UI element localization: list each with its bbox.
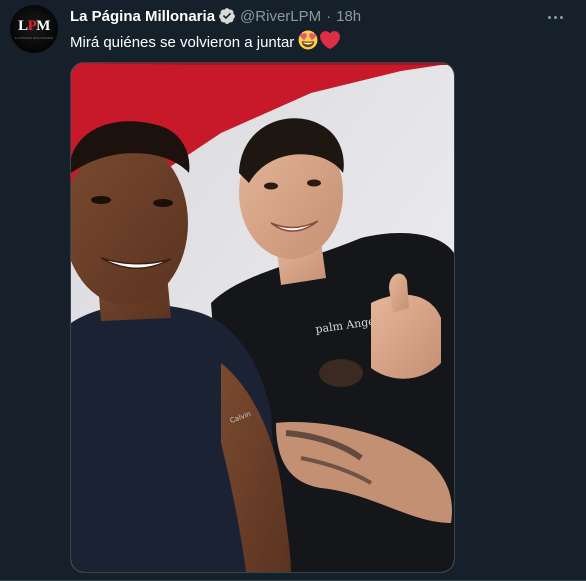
red-heart-emoji-icon bbox=[320, 30, 341, 56]
heart-eyes-emoji-icon bbox=[298, 30, 318, 56]
avatar-logo-subtext: LA PÁGINA MILLONARIA bbox=[14, 36, 54, 40]
header-separator: · bbox=[326, 7, 332, 25]
tweet-text: Mirá quiénes se volvieron a juntar bbox=[70, 30, 341, 56]
avatar-logo-letter-m: M bbox=[36, 18, 50, 34]
more-options-icon[interactable] bbox=[544, 8, 566, 26]
photo-image: palm Angels Calvin bbox=[71, 63, 454, 572]
avatar[interactable]: LPM LA PÁGINA MILLONARIA bbox=[10, 5, 58, 53]
more-dot bbox=[553, 15, 557, 19]
avatar-logo-letter-l: L bbox=[18, 18, 28, 34]
more-dot bbox=[547, 15, 551, 19]
verified-badge-icon bbox=[218, 7, 236, 25]
tweet-header: La Página Millonaria @RiverLPM · 18h bbox=[70, 6, 361, 26]
author-handle[interactable]: @RiverLPM bbox=[240, 8, 321, 25]
tweet-photo[interactable]: palm Angels Calvin bbox=[70, 62, 455, 573]
more-dot bbox=[559, 15, 563, 19]
author-display-name[interactable]: La Página Millonaria bbox=[70, 8, 215, 25]
avatar-logo: LPM bbox=[10, 18, 58, 35]
tweet-text-content: Mirá quiénes se volvieron a juntar bbox=[70, 34, 295, 51]
tweet-card[interactable]: LPM LA PÁGINA MILLONARIA La Página Millo… bbox=[0, 0, 586, 581]
avatar-logo-letter-p: P bbox=[27, 18, 37, 34]
tweet-timestamp[interactable]: 18h bbox=[336, 8, 361, 25]
